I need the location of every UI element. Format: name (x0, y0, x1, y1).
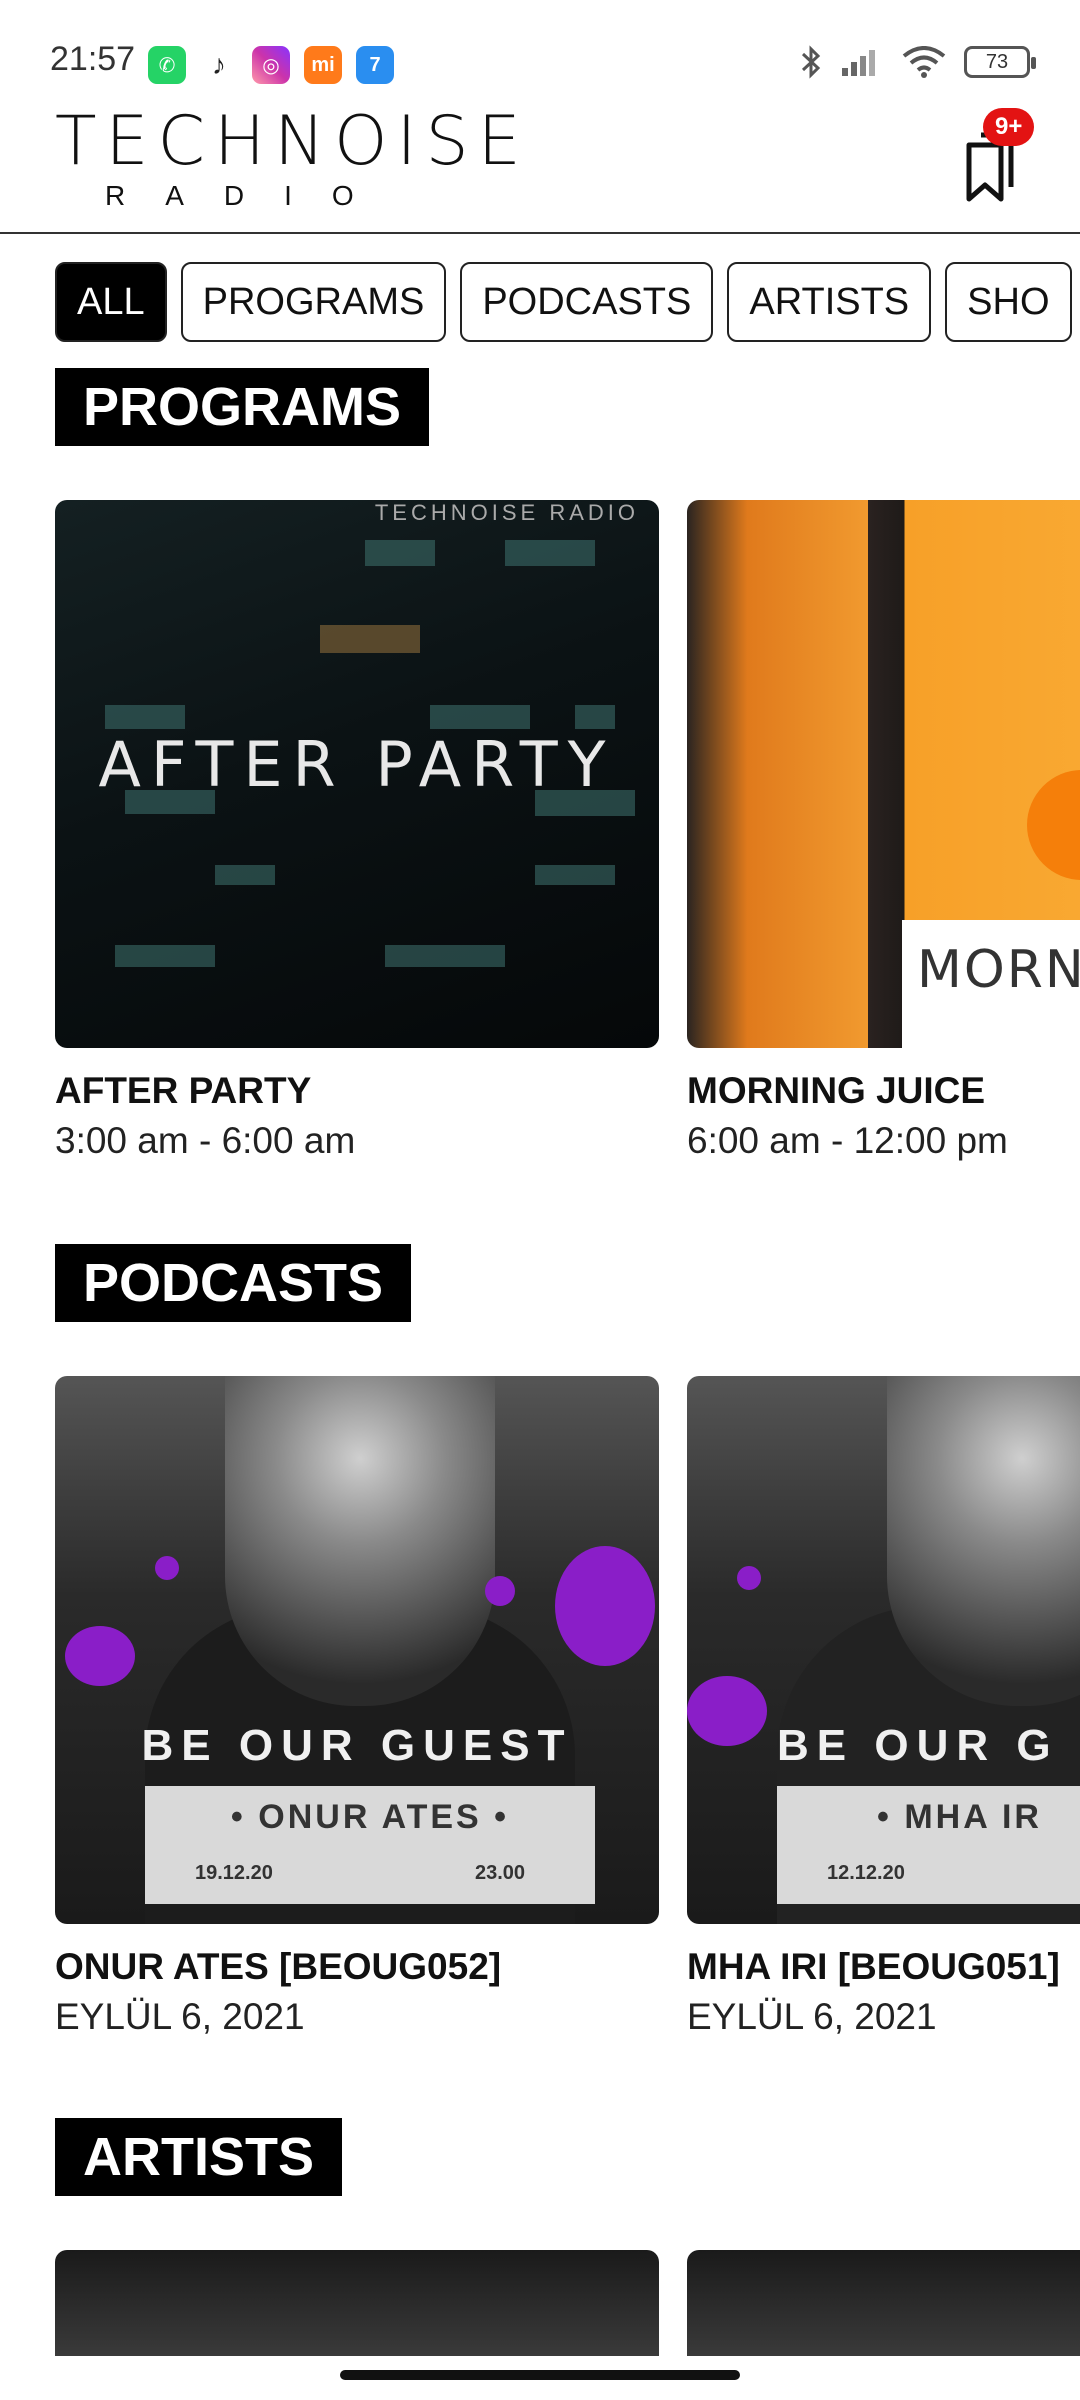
tab-podcasts[interactable]: PODCASTS (460, 262, 714, 342)
podcast-card[interactable]: BE OUR GUEST • ONUR ATES • 19.12.20 23.0… (55, 1376, 659, 2038)
artists-carousel[interactable] (55, 2250, 1080, 2356)
program-artwork: MORNIN (687, 500, 1080, 1048)
battery-indicator: 73 (964, 46, 1036, 78)
programs-carousel[interactable]: TECHNOISE RADIO AFTER PARTY AFTER PARTY … (55, 500, 1080, 1180)
artwork-artist-name: • MHA IR (877, 1798, 1042, 1836)
seven-icon: 7 (356, 46, 394, 84)
artists-section-title: ARTISTS (55, 2118, 343, 2196)
tab-artists[interactable]: ARTISTS (727, 262, 932, 342)
signal-icon (842, 50, 875, 76)
artwork-headline: BE OUR G (777, 1721, 1059, 1770)
program-title: AFTER PARTY (55, 1070, 312, 1111)
filter-tabs: ALL PROGRAMS PODCASTS ARTISTS SHO (55, 262, 1080, 342)
status-bar: 21:57 ✆ ♪ ◎ mi 7 73 (0, 0, 1080, 100)
podcast-artwork: BE OUR GUEST • ONUR ATES • 19.12.20 23.0… (55, 1376, 659, 1924)
podcast-date: EYLÜL 6, 2021 (55, 1996, 305, 2037)
artwork-date: 19.12.20 (195, 1862, 273, 1884)
program-time: 6:00 am - 12:00 pm (687, 1120, 1008, 1161)
technoise-radio-logo[interactable]: TECHNOISE RADIO (55, 108, 530, 216)
podcast-artwork: BE OUR G • MHA IR 12.12.20 (687, 1376, 1080, 1924)
tab-all[interactable]: ALL (55, 262, 167, 342)
notification-badge: 9+ (983, 108, 1035, 146)
artwork-hour: 23.00 (475, 1862, 526, 1884)
logo-main-text: TECHNOISE (55, 102, 530, 181)
logo-sub-text: RADIO (105, 180, 394, 211)
podcast-title: MHA IRI [BEOUG051] (687, 1946, 1060, 1987)
artwork-date: 12.12.20 (827, 1862, 905, 1884)
header-divider (0, 232, 1080, 234)
home-indicator[interactable] (340, 2370, 740, 2380)
tiktok-icon: ♪ (212, 49, 226, 80)
program-card[interactable]: MORNIN MORNING JUICE 6:00 am - 12:00 pm (687, 500, 1080, 1162)
status-indicators: 73 (800, 44, 1036, 80)
podcast-title: ONUR ATES [BEOUG052] (55, 1946, 502, 1987)
orange-fruit (1027, 770, 1080, 880)
mi-icon: mi (304, 46, 342, 84)
program-time: 3:00 am - 6:00 am (55, 1120, 356, 1161)
artwork-title: MORNIN (917, 940, 1080, 1000)
instagram-icon: ◎ (252, 46, 290, 84)
program-card[interactable]: TECHNOISE RADIO AFTER PARTY AFTER PARTY … (55, 500, 659, 1162)
program-artwork: TECHNOISE RADIO AFTER PARTY (55, 500, 659, 1048)
notification-app-icons: ✆ ♪ ◎ mi 7 (148, 46, 394, 84)
tab-programs[interactable]: PROGRAMS (180, 262, 447, 342)
programs-section-title: PROGRAMS (55, 368, 430, 446)
bluetooth-icon (801, 45, 821, 79)
artwork-title: AFTER PARTY (98, 728, 616, 801)
artist-artwork (55, 2250, 659, 2356)
status-time: 21:57 (50, 40, 136, 78)
artist-artwork (687, 2250, 1080, 2356)
whatsapp-icon: ✆ (148, 46, 186, 84)
artwork-artist-name: • ONUR ATES • (230, 1798, 510, 1836)
podcast-card[interactable]: BE OUR G • MHA IR 12.12.20 MHA IRI [BEOU… (687, 1376, 1080, 2038)
wifi-icon (902, 46, 946, 78)
tab-shows[interactable]: SHO (945, 262, 1072, 342)
podcasts-carousel[interactable]: BE OUR GUEST • ONUR ATES • 19.12.20 23.0… (55, 1376, 1080, 2056)
artist-card[interactable] (687, 2250, 1080, 2356)
artwork-headline: BE OUR GUEST (141, 1721, 573, 1770)
artist-card[interactable] (55, 2250, 659, 2356)
podcast-date: EYLÜL 6, 2021 (687, 1996, 937, 2037)
artwork-logo: TECHNOISE RADIO (374, 500, 639, 525)
program-title: MORNING JUICE (687, 1070, 986, 1111)
podcasts-section-title: PODCASTS (55, 1244, 412, 1322)
